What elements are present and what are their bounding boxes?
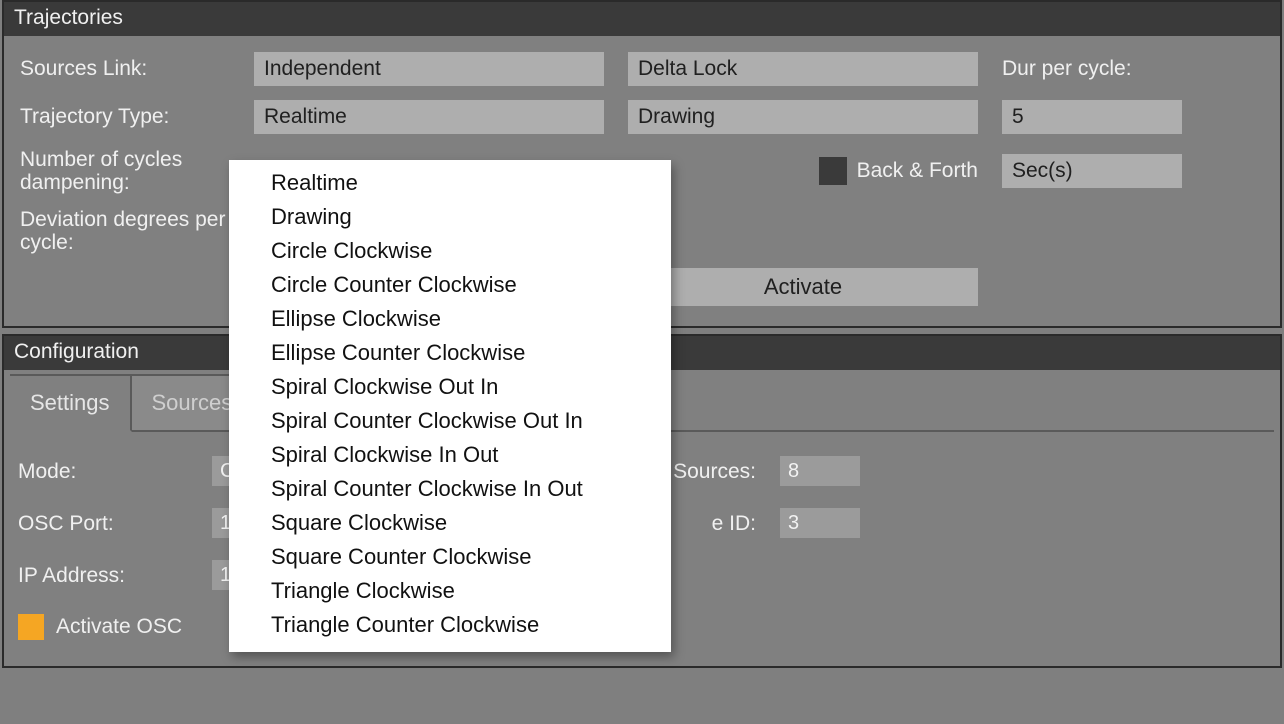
mode-label: Mode: bbox=[18, 460, 188, 483]
drawing-select[interactable]: Drawing bbox=[628, 100, 978, 134]
ip-address-label: IP Address: bbox=[18, 564, 188, 587]
trajectory-option[interactable]: Spiral Counter Clockwise In Out bbox=[229, 472, 671, 506]
trajectory-option[interactable]: Square Counter Clockwise bbox=[229, 540, 671, 574]
dur-per-cycle-label: Dur per cycle: bbox=[1002, 57, 1202, 80]
trajectory-type-select[interactable]: Realtime bbox=[254, 100, 604, 134]
trajectory-option[interactable]: Spiral Counter Clockwise Out In bbox=[229, 404, 671, 438]
back-forth-checkbox[interactable] bbox=[819, 157, 847, 185]
trajectory-option[interactable]: Circle Clockwise bbox=[229, 234, 671, 268]
trajectory-type-label: Trajectory Type: bbox=[20, 105, 230, 128]
trajectory-option[interactable]: Drawing bbox=[229, 200, 671, 234]
trajectory-option[interactable]: Square Clockwise bbox=[229, 506, 671, 540]
trajectory-option[interactable]: Spiral Clockwise Out In bbox=[229, 370, 671, 404]
dur-value-input[interactable]: 5 bbox=[1002, 100, 1182, 134]
delta-lock-select[interactable]: Delta Lock bbox=[628, 52, 978, 86]
deviation-label: Deviation degrees per cycle: bbox=[20, 208, 230, 254]
sources-link-label: Sources Link: bbox=[20, 57, 230, 80]
activate-osc-checkbox[interactable] bbox=[18, 614, 44, 640]
osc-port-label: OSC Port: bbox=[18, 512, 188, 535]
trajectory-option[interactable]: Circle Counter Clockwise bbox=[229, 268, 671, 302]
trajectory-option[interactable]: Ellipse Clockwise bbox=[229, 302, 671, 336]
tab-settings[interactable]: Settings bbox=[10, 374, 132, 432]
trajectory-option[interactable]: Triangle Clockwise bbox=[229, 574, 671, 608]
sources-link-select[interactable]: Independent bbox=[254, 52, 604, 86]
back-forth-label: Back & Forth bbox=[857, 159, 978, 183]
activate-osc-label: Activate OSC bbox=[56, 615, 182, 639]
seconds-select[interactable]: Sec(s) bbox=[1002, 154, 1182, 188]
sources-count-input[interactable]: 8 bbox=[780, 456, 860, 486]
trajectory-type-dropdown[interactable]: RealtimeDrawingCircle ClockwiseCircle Co… bbox=[229, 160, 671, 652]
num-cycles-label: Number of cycles dampening: bbox=[20, 148, 230, 194]
trajectories-title: Trajectories bbox=[4, 2, 1280, 36]
activate-button[interactable]: Activate bbox=[628, 268, 978, 306]
trajectory-option[interactable]: Realtime bbox=[229, 166, 671, 200]
id-input[interactable]: 3 bbox=[780, 508, 860, 538]
trajectory-option[interactable]: Triangle Counter Clockwise bbox=[229, 608, 671, 642]
trajectory-option[interactable]: Ellipse Counter Clockwise bbox=[229, 336, 671, 370]
trajectory-option[interactable]: Spiral Clockwise In Out bbox=[229, 438, 671, 472]
